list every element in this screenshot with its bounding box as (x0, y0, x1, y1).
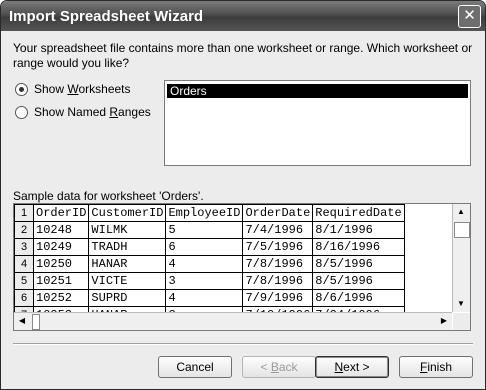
row-number: 5 (14, 272, 34, 290)
table-row: 2 10248 WILMK 5 7/4/1996 8/1/1996 (14, 221, 405, 239)
row-number: 4 (14, 255, 34, 273)
cancel-button[interactable]: Cancel (158, 356, 232, 378)
show-named-ranges-option[interactable]: Show Named Ranges (15, 105, 151, 119)
scroll-down-icon[interactable]: ▼ (453, 296, 469, 312)
scroll-left-icon[interactable]: ◀ (14, 313, 30, 329)
table-cell: 3 (165, 272, 244, 290)
horizontal-scroll-thumb[interactable] (32, 314, 40, 330)
vertical-scrollbar[interactable]: ▲ ▼ (452, 204, 470, 312)
close-icon: ✕ (463, 7, 476, 24)
table-cell: 4 (165, 289, 244, 307)
table-cell: OrderDate (242, 204, 314, 222)
show-named-ranges-radio[interactable] (15, 105, 28, 119)
table-row: 4 10250 HANAR 4 7/8/1996 8/5/1996 (14, 255, 405, 273)
table-cell: 10250 (32, 255, 90, 273)
table-cell: VICTE (88, 272, 167, 290)
finish-button[interactable]: Finish (399, 356, 473, 378)
prompt-text: Your spreadsheet file contains more than… (13, 41, 473, 70)
show-worksheets-label: Show Worksheets (34, 82, 131, 96)
show-worksheets-radio[interactable] (15, 82, 28, 96)
table-cell: 6 (165, 238, 244, 256)
table-cell: 10251 (32, 272, 90, 290)
table-row: 3 10249 TRADH 6 7/5/1996 8/16/1996 (14, 238, 405, 256)
row-number: 2 (14, 221, 34, 239)
table-cell: 7/5/1996 (242, 238, 314, 256)
show-worksheets-option[interactable]: Show Worksheets (15, 82, 131, 96)
list-item-orders[interactable]: Orders (167, 84, 468, 98)
sample-data-viewport: 1 OrderID CustomerID EmployeeID OrderDate Req… (14, 204, 452, 312)
button-separator (13, 343, 473, 345)
row-number: 6 (14, 289, 34, 307)
table-cell: 4 (165, 255, 244, 273)
table-cell: 8/1/1996 (312, 221, 405, 239)
table-cell: OrderID (32, 204, 90, 222)
next-button[interactable]: Next > (315, 356, 389, 378)
table-row: 5 10251 VICTE 3 7/8/1996 8/5/1996 (14, 272, 405, 290)
table-cell: 7/9/1996 (242, 289, 314, 307)
table-cell: SUPRD (88, 289, 167, 307)
table-cell: 10248 (32, 221, 90, 239)
table-cell: HANAR (88, 255, 167, 273)
title-bar: Import Spreadsheet Wizard ✕ (1, 1, 485, 31)
sample-data-label: Sample data for worksheet 'Orders'. (13, 189, 204, 203)
table-cell: 8/6/1996 (312, 289, 405, 307)
show-named-ranges-label: Show Named Ranges (34, 105, 151, 119)
window-title: Import Spreadsheet Wizard (9, 8, 204, 25)
vertical-scroll-thumb[interactable] (454, 222, 470, 238)
table-cell: CustomerID (88, 204, 167, 222)
header-row: 1 OrderID CustomerID EmployeeID OrderDate Req… (14, 204, 405, 222)
worksheet-listbox[interactable]: Orders (164, 80, 471, 166)
table-cell: 7/8/1996 (242, 255, 314, 273)
sample-data-table: 1 OrderID CustomerID EmployeeID OrderDate Req… (14, 204, 405, 312)
back-button[interactable]: < Back (242, 356, 316, 378)
table-cell: RequiredDate (312, 204, 405, 222)
table-cell: 10252 (32, 289, 90, 307)
close-button[interactable]: ✕ (458, 5, 481, 28)
table-cell: 8/5/1996 (312, 272, 405, 290)
horizontal-scrollbar[interactable]: ◀ ▶ (14, 312, 452, 330)
table-cell: 8/16/1996 (312, 238, 405, 256)
import-spreadsheet-wizard-window: Import Spreadsheet Wizard ✕ Your spreads… (0, 0, 486, 390)
table-cell: 7/8/1996 (242, 272, 314, 290)
scroll-corner (453, 313, 470, 330)
table-cell: TRADH (88, 238, 167, 256)
scroll-right-icon[interactable]: ▶ (436, 313, 452, 329)
row-number: 1 (14, 204, 34, 222)
table-cell: EmployeeID (165, 204, 244, 222)
table-cell: 5 (165, 221, 244, 239)
table-cell: 7/4/1996 (242, 221, 314, 239)
table-cell: WILMK (88, 221, 167, 239)
row-number: 3 (14, 238, 34, 256)
table-cell: 8/5/1996 (312, 255, 405, 273)
scroll-up-icon[interactable]: ▲ (453, 204, 469, 220)
table-row: 6 10252 SUPRD 4 7/9/1996 8/6/1996 (14, 289, 405, 307)
sample-data-grid: 1 OrderID CustomerID EmployeeID OrderDate Req… (13, 203, 471, 331)
table-cell: 10249 (32, 238, 90, 256)
